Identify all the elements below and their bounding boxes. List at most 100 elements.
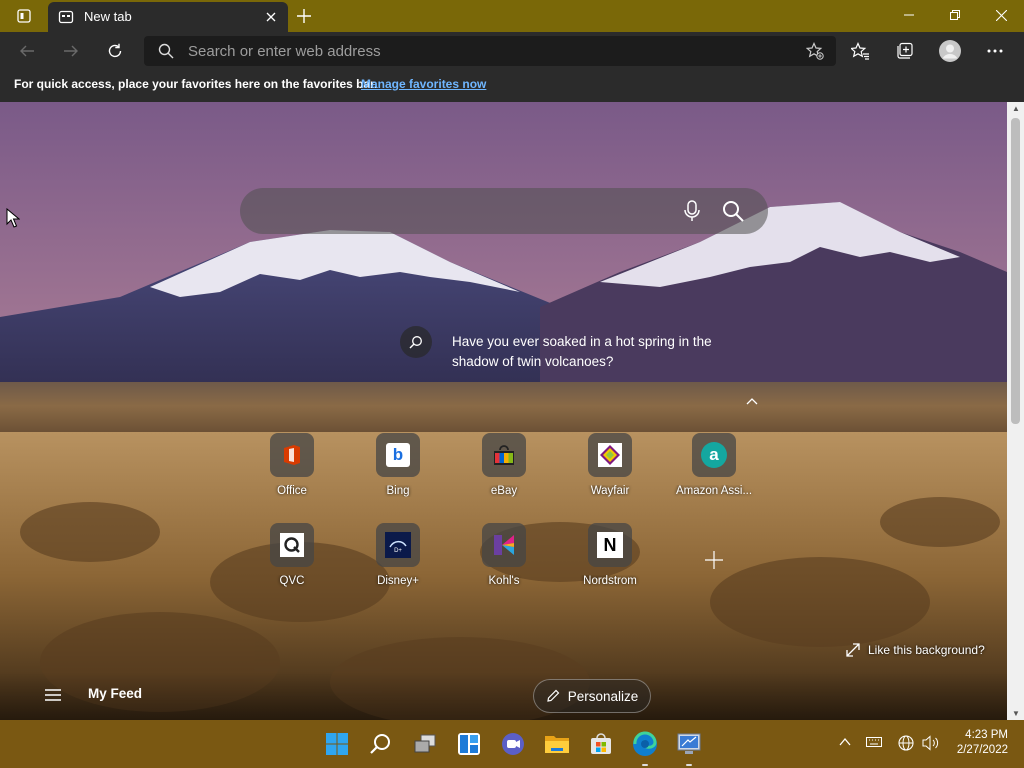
add-site-plus-icon[interactable] xyxy=(704,550,724,570)
favorites-icon xyxy=(851,42,869,60)
new-tab-page: Have you ever soaked in a hot spring in … xyxy=(0,102,1007,720)
amazon-assistant-icon: a xyxy=(692,433,736,477)
search-icon xyxy=(158,43,174,64)
refresh-button[interactable] xyxy=(100,36,130,66)
add-favorite-icon[interactable] xyxy=(805,42,824,65)
close-icon xyxy=(995,9,1007,21)
tab-title: New tab xyxy=(84,9,132,24)
new-tab-button[interactable] xyxy=(290,4,318,28)
svg-text:D+: D+ xyxy=(394,548,402,554)
favorites-bar: For quick access, place your favorites h… xyxy=(0,70,1024,102)
personalize-label: Personalize xyxy=(567,688,639,704)
quick-link-office[interactable]: Office xyxy=(244,433,340,497)
more-options-icon xyxy=(987,49,1003,53)
forward-button[interactable] xyxy=(56,36,86,66)
close-window-button[interactable] xyxy=(978,0,1024,30)
tile-label: Nordstrom xyxy=(583,575,637,587)
forward-arrow-icon xyxy=(64,45,78,57)
search-icon[interactable] xyxy=(722,200,744,227)
app-running-indicator xyxy=(686,764,692,766)
collections-button[interactable] xyxy=(890,36,920,66)
quick-link-qvc[interactable]: QVC xyxy=(244,523,340,587)
widgets-icon xyxy=(458,733,480,755)
quick-link-nordstrom[interactable]: N Nordstrom xyxy=(562,523,658,587)
minimize-button[interactable] xyxy=(886,0,932,30)
tab-actions-button[interactable] xyxy=(8,6,40,26)
edge-icon xyxy=(633,731,657,756)
background-info-search-icon[interactable] xyxy=(400,326,432,358)
tile-label: Bing xyxy=(386,485,410,497)
start-button[interactable] xyxy=(323,730,351,758)
task-view-button[interactable] xyxy=(411,730,439,758)
hamburger-menu-icon[interactable] xyxy=(44,688,64,704)
tile-label: Office xyxy=(277,485,307,497)
bing-icon: b xyxy=(376,433,420,477)
minimize-icon xyxy=(904,14,914,16)
quick-link-bing[interactable]: b Bing xyxy=(350,433,446,497)
new-tab-icon xyxy=(58,9,74,30)
feed-bar: My Feed Personalize xyxy=(0,672,1007,720)
taskbar-search-button[interactable] xyxy=(367,730,395,758)
widgets-button[interactable] xyxy=(455,730,483,758)
microsoft-store-button[interactable] xyxy=(587,730,615,758)
microphone-icon[interactable] xyxy=(684,200,700,227)
quick-link-ebay[interactable]: eBay xyxy=(456,433,552,497)
manage-favorites-link[interactable]: Manage favorites now xyxy=(361,77,486,91)
folder-icon xyxy=(545,736,569,753)
like-background-link[interactable]: Like this background? xyxy=(846,643,985,657)
tile-label: Disney+ xyxy=(377,575,419,587)
quick-link-amazon-assistant[interactable]: a Amazon Assi... xyxy=(666,433,762,497)
nordstrom-icon: N xyxy=(588,523,632,567)
profile-button[interactable] xyxy=(935,36,965,66)
keyboard-icon[interactable] xyxy=(866,735,882,754)
network-globe-icon[interactable] xyxy=(898,735,914,756)
address-bar[interactable]: Search or enter web address xyxy=(144,36,836,66)
system-clock[interactable]: 4:23 PM 2/27/2022 xyxy=(957,728,1008,758)
tile-label: Kohl's xyxy=(488,575,520,587)
tile-label: eBay xyxy=(490,485,518,497)
office-icon xyxy=(270,433,314,477)
volume-icon[interactable] xyxy=(922,735,940,756)
refresh-icon xyxy=(108,43,122,58)
tile-label: Amazon Assi... xyxy=(675,485,753,497)
my-feed-tab[interactable]: My Feed xyxy=(88,686,142,701)
web-search-box[interactable] xyxy=(240,188,768,234)
kohls-icon xyxy=(482,523,526,567)
avatar-icon xyxy=(939,40,961,62)
collapse-chevron-up-icon[interactable] xyxy=(744,394,760,408)
settings-menu-button[interactable] xyxy=(980,36,1010,66)
edge-browser-button[interactable] xyxy=(631,730,659,758)
teams-chat-button[interactable] xyxy=(499,730,527,758)
tab-new-tab[interactable]: New tab xyxy=(48,2,288,32)
favorites-button[interactable] xyxy=(845,36,875,66)
title-bar: New tab xyxy=(0,0,1024,32)
quick-link-disney-plus[interactable]: D+ Disney+ xyxy=(350,523,446,587)
wayfair-icon xyxy=(588,433,632,477)
scrollbar-thumb[interactable] xyxy=(1011,118,1020,424)
vertical-scrollbar[interactable]: ▲ ▼ xyxy=(1007,102,1024,720)
background-info-text[interactable]: Have you ever soaked in a hot spring in … xyxy=(452,332,722,372)
tile-label: QVC xyxy=(279,575,305,587)
restore-icon xyxy=(950,10,960,20)
scroll-down-arrow-icon[interactable]: ▼ xyxy=(1012,709,1020,718)
tab-actions-icon xyxy=(17,9,31,23)
chat-icon xyxy=(502,733,524,755)
personalize-button[interactable]: Personalize xyxy=(533,679,651,713)
qvc-icon xyxy=(270,523,314,567)
plus-icon xyxy=(297,9,311,23)
monitor-app-icon xyxy=(677,733,701,754)
quick-link-kohls[interactable]: Kohl's xyxy=(456,523,552,587)
favorites-bar-message: For quick access, place your favorites h… xyxy=(14,77,378,91)
restore-button[interactable] xyxy=(932,0,978,30)
quick-link-wayfair[interactable]: Wayfair xyxy=(562,433,658,497)
show-hidden-icons-chevron-icon[interactable] xyxy=(838,735,852,754)
store-icon xyxy=(591,733,611,754)
close-tab-icon[interactable] xyxy=(262,8,280,26)
tile-label: Wayfair xyxy=(590,485,630,497)
back-arrow-icon xyxy=(20,45,34,57)
scroll-up-arrow-icon[interactable]: ▲ xyxy=(1012,104,1020,113)
control-panel-button[interactable] xyxy=(675,730,703,758)
back-button[interactable] xyxy=(12,36,42,66)
address-placeholder: Search or enter web address xyxy=(188,43,381,60)
file-explorer-button[interactable] xyxy=(543,730,571,758)
